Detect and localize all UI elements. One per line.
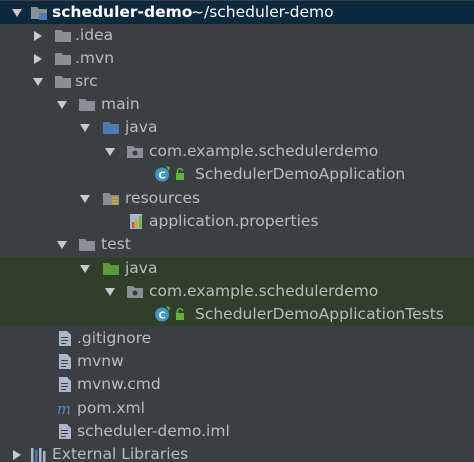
tree-row-mvnw-cmd[interactable]: mvnw.cmd (0, 373, 474, 396)
tree-row-application-tests-class[interactable]: C SchedulerDemoApplicationTests (0, 303, 474, 326)
package-icon (127, 146, 143, 158)
root-name: scheduler-demo (52, 3, 193, 21)
tree-row-java-test[interactable]: java (0, 257, 474, 280)
chevron-right-icon[interactable] (31, 47, 45, 70)
tree-row-main[interactable]: main (0, 93, 474, 116)
tree-row-resources[interactable]: resources (0, 187, 474, 210)
folder-icon (55, 30, 71, 42)
chevron-down-icon[interactable] (31, 70, 45, 93)
spring-boot-class-icon: C (155, 306, 184, 322)
tree-row-src[interactable]: src (0, 70, 474, 93)
svg-text:m: m (57, 400, 71, 417)
libraries-icon (31, 448, 46, 462)
tree-item-label: test (101, 235, 131, 253)
tree-row-pom[interactable]: m pom.xml (0, 397, 474, 420)
tree-item-label: main (101, 95, 140, 113)
module-folder-icon (31, 7, 47, 20)
root-path: ~/scheduler-demo (191, 3, 334, 21)
tree-item-label: java (125, 118, 158, 136)
chevron-down-icon[interactable] (78, 116, 92, 139)
tree-item-label: .gitignore (77, 329, 152, 347)
tree-row-external-libraries[interactable]: External Libraries (0, 443, 474, 462)
tree-row-mvnw[interactable]: mvnw (0, 350, 474, 373)
chevron-right-icon[interactable] (10, 443, 24, 462)
text-file-icon (59, 331, 71, 346)
tree-item-label: src (75, 72, 98, 90)
source-folder-icon (103, 122, 119, 134)
maven-icon: m (57, 400, 71, 417)
tree-item-label: mvnw (77, 352, 124, 370)
test-source-folder-icon (103, 263, 119, 275)
tree-row-gitignore[interactable]: .gitignore (0, 327, 474, 350)
tree-item-label: application.properties (149, 212, 319, 230)
chevron-down-icon[interactable] (55, 93, 69, 116)
tree-row-package-test[interactable]: com.example.schedulerdemo (0, 280, 474, 303)
folder-icon (55, 53, 71, 65)
module-file-icon (59, 424, 71, 439)
chevron-down-icon[interactable] (55, 233, 69, 256)
spring-boot-class-icon: C (155, 166, 184, 182)
svg-text:C: C (158, 311, 165, 322)
tree-item-label: pom.xml (77, 399, 145, 417)
chevron-down-icon[interactable] (103, 140, 117, 163)
tree-row-mvn[interactable]: .mvn (0, 47, 474, 70)
package-icon (127, 286, 143, 298)
tree-row-iml[interactable]: scheduler-demo.iml (0, 420, 474, 443)
tree-row-idea[interactable]: .idea (0, 24, 474, 47)
tree-item-label: SchedulerDemoApplication (195, 165, 406, 183)
tree-item-label: mvnw.cmd (77, 375, 161, 393)
tree-item-label: .mvn (75, 49, 115, 67)
chevron-down-icon[interactable] (103, 280, 117, 303)
tree-item-label: .idea (75, 26, 114, 44)
tree-row-application-class[interactable]: C SchedulerDemoApplication (0, 163, 474, 186)
tree-row-application-properties[interactable]: application.properties (0, 210, 474, 233)
folder-icon (79, 99, 95, 111)
tree-item-label: scheduler-demo.iml (77, 422, 230, 440)
resources-folder-icon (103, 193, 119, 205)
chevron-down-icon[interactable] (78, 187, 92, 210)
tree-row-root[interactable]: scheduler-demo ~/scheduler-demo (0, 1, 474, 24)
tree-item-label: java (125, 259, 158, 277)
tree-item-label: com.example.schedulerdemo (149, 142, 379, 160)
tree-row-java-main[interactable]: java (0, 116, 474, 139)
folder-icon (55, 76, 71, 88)
tree-item-label: SchedulerDemoApplicationTests (195, 305, 444, 323)
tree-item-label: External Libraries (52, 445, 189, 462)
tree-row-test[interactable]: test (0, 233, 474, 256)
tree-item-label: com.example.schedulerdemo (149, 282, 379, 300)
chevron-down-icon[interactable] (78, 257, 92, 280)
project-tree: scheduler-demo ~/scheduler-demo .idea .m… (0, 0, 474, 462)
chevron-down-icon[interactable] (10, 1, 24, 24)
tree-row-package-main[interactable]: com.example.schedulerdemo (0, 140, 474, 163)
properties-file-icon (130, 214, 142, 229)
text-file-icon (59, 377, 71, 392)
chevron-right-icon[interactable] (31, 24, 45, 47)
tree-item-label: resources (125, 189, 201, 207)
text-file-icon (59, 354, 71, 369)
folder-icon (79, 239, 95, 251)
svg-text:C: C (158, 171, 165, 182)
